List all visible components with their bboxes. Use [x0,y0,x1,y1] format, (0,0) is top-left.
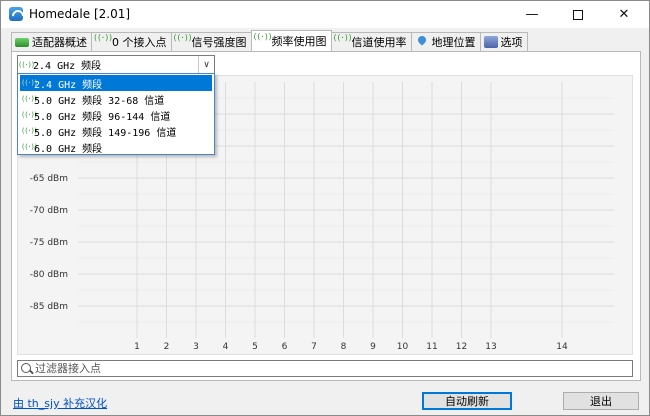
band-option-label: 6.0 GHz 频段 [34,143,103,155]
chevron-down-icon[interactable]: ∨ [198,56,214,73]
tab-bar: 适配器概述 0 个接入点 信号强度图 频率使用图 信道使用率 地理位置 选项 [11,30,528,51]
wifi-signal-icon [253,32,272,47]
close-icon: ✕ [618,7,630,22]
x-tick-label: 14 [556,342,568,352]
maximize-icon [573,9,583,20]
tab-label: 地理位置 [431,36,476,49]
band-option-label: 5.0 GHz 频段 96-144 信道 [34,111,171,123]
x-tick-label: 1 [134,342,140,352]
band-option-5ghz-96-144[interactable]: ((·)) 5.0 GHz 频段 96-144 信道 [18,107,214,123]
window-title: Homedale [2.01] [29,7,131,21]
minimize-button[interactable]: — [509,1,555,28]
x-tick-label: 13 [485,342,496,352]
band-option-6ghz[interactable]: ((·)) 6.0 GHz 频段 [18,139,214,155]
tab-label: 信道使用率 [351,36,407,49]
map-pin-icon [415,36,429,48]
close-button[interactable]: ✕ [601,1,647,28]
tab-frequency-usage[interactable]: 频率使用图 [250,30,332,51]
wifi-signal-icon: ((·)) [18,60,35,69]
x-tick-label: 9 [370,342,376,352]
tab-label: 0 个接入点 [112,36,167,49]
auto-refresh-button[interactable]: 自动刷新 [422,392,512,410]
wifi-signal-icon: ((·)) [21,111,38,119]
band-option-label: 5.0 GHz 频段 32-68 信道 [34,95,165,107]
band-option-2-4ghz[interactable]: ((·)) 2.4 GHz 频段 [20,75,212,91]
minimize-icon: — [525,7,539,22]
band-select-value: 2.4 GHz 频段 [33,61,102,72]
wifi-signal-icon: ((·)) [21,79,38,87]
tab-access-points[interactable]: 0 个接入点 [91,32,172,51]
x-tick-label: 6 [282,342,288,352]
app-icon [9,7,23,21]
y-tick-label: -65 dBm [30,174,68,184]
wifi-signal-icon: ((·)) [21,127,38,135]
y-tick-label: -80 dBm [30,270,68,280]
band-option-5ghz-149-196[interactable]: ((·)) 5.0 GHz 频段 149-196 信道 [18,123,214,139]
x-tick-label: 11 [426,342,437,352]
wifi-signal-icon: ((·)) [21,95,38,103]
x-tick-label: 10 [397,342,409,352]
translator-credit-link[interactable]: 由 th_sjy 补充汉化 [13,395,107,411]
band-select[interactable]: ((·)) 2.4 GHz 频段 ∨ [17,55,215,74]
wifi-signal-icon [333,33,352,48]
band-option-5ghz-32-68[interactable]: ((·)) 5.0 GHz 频段 32-68 信道 [18,91,214,107]
x-tick-label: 8 [341,342,347,352]
exit-button[interactable]: 退出 [563,392,639,410]
tab-label: 选项 [500,36,523,49]
x-tick-label: 5 [252,342,258,352]
tab-adapter-overview[interactable]: 适配器概述 [11,32,92,51]
filter-field[interactable] [17,360,633,377]
network-card-icon [15,38,29,47]
y-tick-label: -70 dBm [30,206,68,216]
x-tick-label: 7 [311,342,317,352]
wifi-signal-icon [173,33,192,48]
band-option-label: 5.0 GHz 频段 149-196 信道 [34,127,177,139]
tab-label: 适配器概述 [32,36,87,49]
x-tick-label: 4 [223,342,229,352]
tab-label: 频率使用图 [271,35,327,48]
filter-input[interactable] [35,362,615,375]
title-bar: Homedale [2.01] — ✕ [1,1,649,28]
tab-label: 信号强度图 [191,36,247,49]
wifi-signal-icon: ((·)) [21,143,38,151]
x-tick-label: 12 [456,342,467,352]
band-option-label: 2.4 GHz 频段 [34,79,103,91]
tab-geolocation[interactable]: 地理位置 [410,32,481,51]
x-tick-label: 2 [164,342,170,352]
search-icon [20,362,34,376]
options-icon [483,36,498,48]
wifi-signal-icon [93,33,112,48]
app-window: Homedale [2.01] — ✕ 适配器概述 0 个接入点 信号强度图 频… [0,0,650,416]
x-tick-label: 3 [193,342,199,352]
y-tick-label: -85 dBm [30,302,68,312]
band-dropdown-list: ((·)) 2.4 GHz 频段 ((·)) 5.0 GHz 频段 32-68 … [17,73,215,155]
tab-channel-usage[interactable]: 信道使用率 [330,32,412,51]
tab-signal-strength[interactable]: 信号强度图 [170,32,252,51]
y-tick-label: -75 dBm [30,238,68,248]
maximize-button[interactable] [555,1,601,28]
tab-options[interactable]: 选项 [479,32,528,51]
